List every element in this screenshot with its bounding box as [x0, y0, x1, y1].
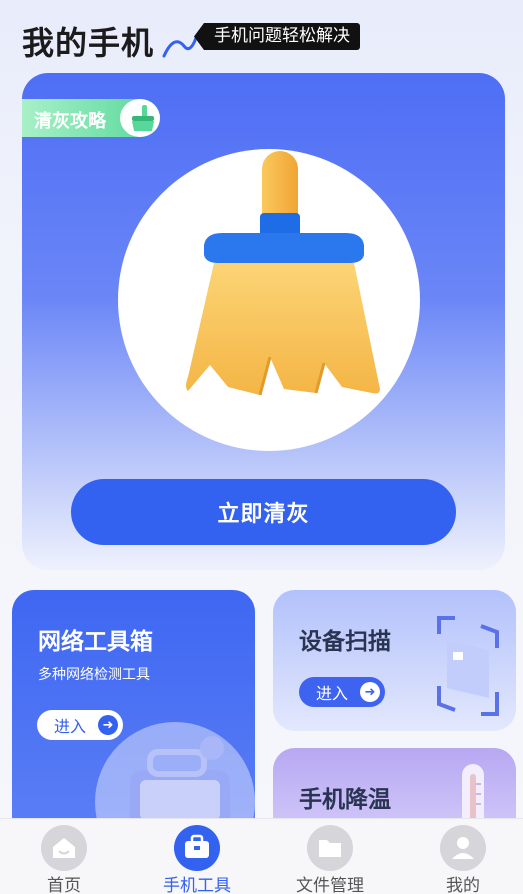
- toolbox-icon: [174, 825, 220, 871]
- scan-frame-icon: [437, 616, 499, 716]
- home-icon: [41, 825, 87, 871]
- page-title: 我的手机: [22, 24, 155, 62]
- network-toolbox-desc: 多种网络检测工具: [38, 667, 150, 683]
- clean-guide-tag[interactable]: 清灰攻略: [22, 99, 160, 137]
- scan-enter-button[interactable]: 进入 ➜: [299, 677, 385, 707]
- tab-mine-label: 我的: [446, 876, 480, 894]
- clean-now-button[interactable]: 立即清灰: [71, 479, 456, 545]
- bottom-tab-bar: 首页 手机工具 文件管理 我的: [0, 818, 523, 894]
- tab-home-label: 首页: [47, 876, 81, 894]
- enter-label: 进入: [316, 684, 349, 703]
- broom-icon: [186, 151, 380, 396]
- device-scan-title: 设备扫描: [299, 629, 391, 655]
- device-scan-card[interactable]: 设备扫描 进入 ➜: [273, 590, 516, 731]
- phone-cooling-title: 手机降温: [299, 787, 391, 813]
- network-toolbox-title: 网络工具箱: [38, 629, 153, 655]
- tab-file-manager[interactable]: 文件管理: [275, 819, 385, 894]
- slogan-badge: 手机问题轻松解决: [194, 23, 360, 50]
- tab-home[interactable]: 首页: [9, 819, 119, 894]
- header: 我的手机 手机问题轻松解决: [22, 18, 502, 62]
- broom-small-icon: [120, 99, 160, 137]
- clean-guide-label: 清灰攻略: [34, 111, 106, 132]
- tab-phone-tools[interactable]: 手机工具: [142, 819, 252, 894]
- arrow-right-icon: ➜: [360, 682, 380, 702]
- tab-mine[interactable]: 我的: [408, 819, 518, 894]
- broom-illustration: [118, 149, 420, 451]
- tab-phone-tools-label: 手机工具: [163, 876, 231, 894]
- dust-clean-card: 清灰攻略 立即清灰: [22, 73, 505, 570]
- folder-icon: [307, 825, 353, 871]
- tab-file-manager-label: 文件管理: [296, 876, 364, 894]
- network-toolbox-card[interactable]: 网络工具箱 多种网络检测工具 进入 ➜: [12, 590, 255, 850]
- enter-label: 进入: [54, 717, 87, 736]
- user-icon: [440, 825, 486, 871]
